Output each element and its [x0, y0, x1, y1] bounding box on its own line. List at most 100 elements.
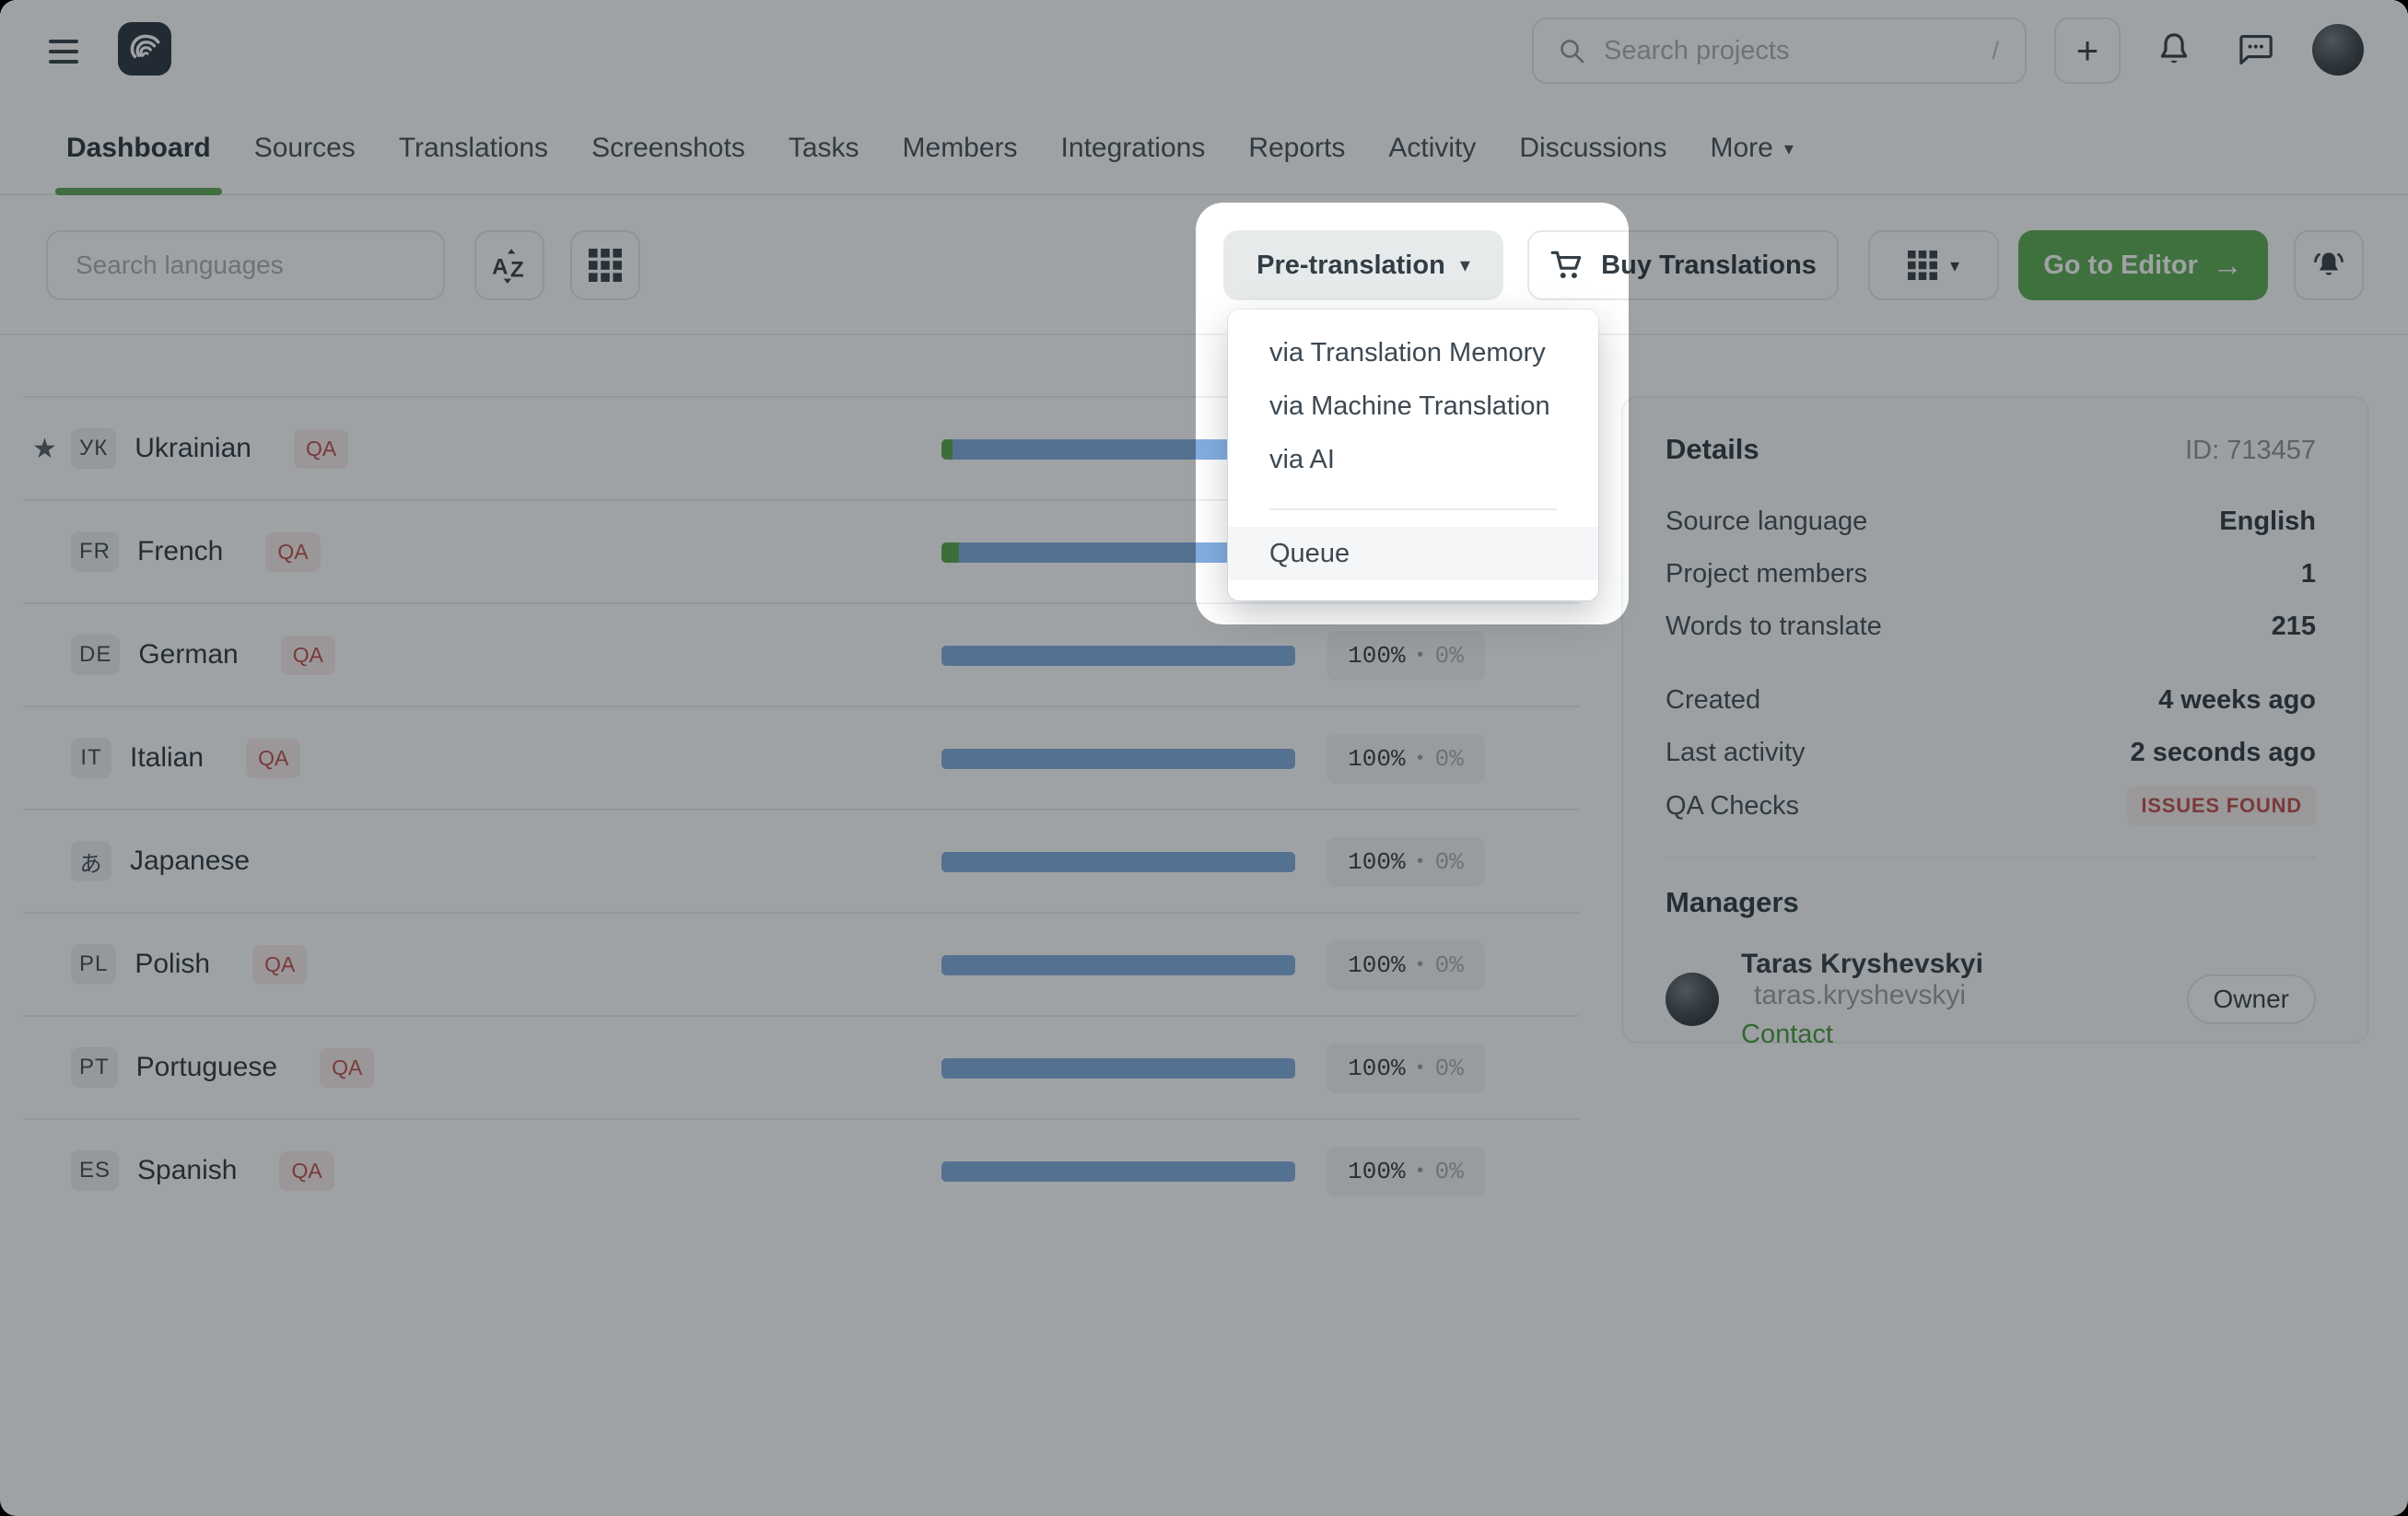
nav-tab[interactable]: Screenshots ▾ — [591, 103, 745, 193]
translation-progress-bar — [941, 955, 1295, 975]
user-avatar[interactable] — [2312, 24, 2364, 76]
crowdin-bird-icon — [125, 29, 164, 68]
manager-username: taras.kryshevskyi — [1754, 980, 1966, 1010]
language-search — [46, 230, 445, 300]
language-code-badge: PL — [71, 944, 116, 985]
nav-tab[interactable]: Activity ▾ — [1388, 103, 1476, 193]
nav-tab[interactable]: Discussions ▾ — [1519, 103, 1666, 193]
qa-issues-badge[interactable]: QA — [252, 945, 307, 985]
progress-percentage-pill: 100% • 0% — [1327, 940, 1485, 990]
approved-percent: 0% — [1435, 745, 1464, 773]
translated-percent: 100% — [1348, 848, 1405, 876]
language-name: Spanish — [137, 1155, 237, 1186]
details-row: Last activity 2 seconds ago 2 seconds ag… — [1666, 734, 2316, 771]
approved-percent: 0% — [1435, 951, 1464, 979]
details-value: 4 weeks ago — [2158, 685, 2316, 716]
pretranslation-label: Pre-translation — [1257, 251, 1445, 281]
nav-tab-label: Tasks — [789, 133, 859, 164]
notifications-button[interactable] — [2148, 24, 2200, 76]
progress-percentage-pill: 100% • 0% — [1327, 631, 1485, 681]
search-languages-input[interactable] — [74, 250, 409, 281]
language-code-badge: あ — [71, 841, 111, 881]
language-code-badge: IT — [71, 738, 111, 778]
messages-button[interactable] — [2229, 24, 2281, 76]
details-row: Source language English English — [1666, 503, 2316, 540]
go-to-editor-button[interactable]: Go to Editor → — [2018, 230, 2268, 300]
dropdown-menu-item[interactable]: via Machine Translation — [1228, 379, 1598, 433]
language-code-badge: DE — [71, 635, 120, 675]
app-window: / + Dashboard ▾ Sources ▾ Translations — [0, 0, 2408, 1516]
dropdown-item-label: via Translation Memory — [1269, 338, 1546, 368]
buy-translations-label: Buy Translations — [1601, 251, 1817, 281]
nav-tab-label: Members — [903, 133, 1018, 164]
grid-view-button[interactable] — [570, 230, 640, 300]
crowdin-logo[interactable] — [118, 22, 171, 76]
language-row[interactable]: ★ IT Italian QA 100% • 0% — [23, 706, 1580, 809]
qa-issues-badge[interactable]: QA — [294, 429, 348, 469]
details-group-2: Created 4 weeks ago 4 weeks ago Last act… — [1666, 682, 2316, 825]
star-cell[interactable]: ★ — [23, 433, 71, 465]
qa-issues-badge[interactable]: QA — [246, 739, 300, 778]
dropdown-menu-item-queue[interactable]: Queue — [1228, 527, 1598, 580]
sort-alphabetical-button[interactable]: A Z — [474, 230, 544, 300]
manager-avatar[interactable] — [1666, 973, 1719, 1026]
progress-percentage-pill: 100% • 0% — [1327, 837, 1485, 887]
pretranslation-button[interactable]: Pre-translation ▾ — [1223, 230, 1503, 300]
issues-found-badge[interactable]: ISSUES FOUND — [2127, 787, 2316, 825]
details-label: Words to translate — [1666, 612, 1882, 642]
details-row: QA Checks ISSUES FOUND ISSUES FOUND — [1666, 787, 2316, 825]
dropdown-menu-item[interactable]: via AI — [1228, 433, 1598, 486]
translation-progress-bar — [941, 1058, 1295, 1079]
language-row[interactable]: ★ PL Polish QA 100% • 0% — [23, 912, 1580, 1015]
details-value: 2 seconds ago — [2131, 738, 2316, 768]
language-row[interactable]: ★ あ Japanese QA 100% • 0% — [23, 809, 1580, 912]
details-group-1: Source language English English Project … — [1666, 503, 2316, 645]
details-title: Details — [1666, 433, 1759, 466]
view-options-button[interactable]: ▾ — [1868, 230, 1999, 300]
details-row: Project members 1 1 — [1666, 555, 2316, 592]
nav-tab[interactable]: More ▾ — [1710, 103, 1793, 193]
approved-segment — [941, 439, 953, 460]
nav-tab[interactable]: Integrations ▾ — [1061, 103, 1206, 193]
nav-tab[interactable]: Translations ▾ — [399, 103, 548, 193]
manager-name[interactable]: Taras Kryshevskyi — [1741, 949, 1983, 979]
contact-link[interactable]: Contact — [1741, 1020, 2187, 1050]
nav-tab[interactable]: Reports ▾ — [1248, 103, 1345, 193]
menu-divider — [1269, 508, 1557, 510]
create-project-button[interactable]: + — [2054, 17, 2121, 84]
approved-segment — [941, 542, 959, 563]
language-name: Portuguese — [136, 1052, 277, 1083]
chevron-down-icon: ▾ — [1950, 254, 1959, 277]
language-row[interactable]: ★ PT Portuguese QA 100% • 0% — [23, 1015, 1580, 1118]
nav-tab-label: Reports — [1248, 133, 1345, 164]
grid-icon — [589, 249, 622, 282]
nav-tab[interactable]: Tasks ▾ — [789, 103, 859, 193]
buy-translations-button[interactable]: Buy Translations — [1527, 230, 1839, 300]
language-name: Ukrainian — [134, 433, 251, 464]
qa-issues-badge[interactable]: QA — [320, 1048, 374, 1088]
project-id: ID: 713457 — [2185, 436, 2316, 466]
language-row[interactable]: ★ DE German QA 100% • 0% — [23, 602, 1580, 706]
qa-issues-badge[interactable]: QA — [265, 532, 320, 572]
translated-percent: 100% — [1348, 745, 1405, 773]
dropdown-menu-item[interactable]: via Translation Memory — [1228, 326, 1598, 379]
bell-icon — [2155, 30, 2193, 69]
search-projects-input[interactable] — [1602, 35, 1992, 67]
language-row[interactable]: ★ ES Spanish QA 100% • 0% — [23, 1118, 1580, 1221]
nav-tab[interactable]: Sources ▾ — [254, 103, 356, 193]
pretranslation-dropdown-menu: via Translation Memory via Machine Trans… — [1228, 309, 1598, 601]
details-label: QA Checks — [1666, 791, 1799, 822]
nav-tab[interactable]: Dashboard ▾ — [66, 103, 211, 193]
details-value: 215 — [2272, 612, 2316, 642]
language-name: Japanese — [130, 845, 250, 877]
owner-role-badge: Owner — [2187, 974, 2316, 1024]
qa-issues-badge[interactable]: QA — [281, 636, 335, 675]
dot-separator: • — [1415, 1058, 1426, 1079]
language-name: French — [137, 536, 223, 567]
project-notifications-button[interactable] — [2294, 230, 2364, 300]
qa-issues-badge[interactable]: QA — [279, 1151, 333, 1191]
nav-tab[interactable]: Members ▾ — [903, 103, 1018, 193]
hamburger-menu-icon[interactable] — [49, 40, 78, 64]
cart-icon — [1549, 248, 1584, 283]
details-row: Created 4 weeks ago 4 weeks ago — [1666, 682, 2316, 718]
